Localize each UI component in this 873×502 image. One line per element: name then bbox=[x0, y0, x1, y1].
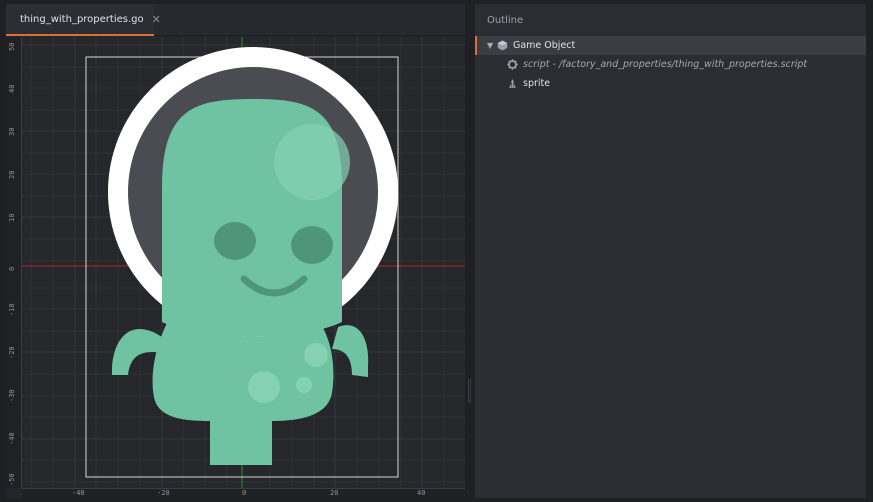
outline-title: Outline bbox=[475, 4, 866, 36]
gear-icon bbox=[507, 59, 518, 70]
tree-item-game-object[interactable]: ▼ Game Object bbox=[475, 36, 866, 55]
ruler-label: 50 bbox=[8, 42, 16, 51]
close-icon[interactable]: ✕ bbox=[152, 13, 161, 26]
ruler-label: -20 bbox=[157, 489, 170, 497]
chevron-down-icon[interactable]: ▼ bbox=[487, 41, 497, 50]
scene-viewport[interactable] bbox=[22, 37, 465, 488]
splitter-grip[interactable] bbox=[468, 379, 471, 403]
ruler-label: 40 bbox=[417, 489, 426, 497]
ruler-label: -50 bbox=[8, 473, 16, 486]
ruler-label: -40 bbox=[72, 489, 85, 497]
ruler-label: 20 bbox=[330, 489, 339, 497]
editor-tab-bar: thing_with_properties.go ✕ bbox=[6, 4, 465, 36]
tab-label: thing_with_properties.go bbox=[20, 13, 144, 25]
ruler-label: 30 bbox=[8, 127, 16, 136]
tree-item-label: sprite bbox=[523, 78, 551, 89]
ruler-label: -10 bbox=[8, 303, 16, 316]
ruler-label: 40 bbox=[8, 84, 16, 93]
alien-sprite[interactable] bbox=[108, 47, 398, 465]
tree-item-script[interactable]: script - /factory_and_properties/thing_w… bbox=[475, 55, 866, 74]
outline-tree: ▼ Game Object script - /factory_and_prop… bbox=[475, 36, 866, 93]
scene-canvas[interactable] bbox=[22, 37, 465, 488]
tree-item-sprite[interactable]: sprite bbox=[475, 74, 866, 93]
game-object-icon bbox=[497, 40, 508, 51]
pane-splitter[interactable] bbox=[465, 4, 475, 498]
outline-panel: Outline ▼ Game Object script - /factory_… bbox=[475, 4, 866, 498]
sprite-icon bbox=[509, 79, 516, 88]
ruler-label: -40 bbox=[8, 432, 16, 445]
ruler-label: 20 bbox=[8, 170, 16, 179]
ruler-label: 0 bbox=[8, 266, 16, 271]
tree-item-label: script - /factory_and_properties/thing_w… bbox=[523, 59, 808, 70]
ruler-label: 10 bbox=[8, 213, 16, 222]
tab-thing-with-properties[interactable]: thing_with_properties.go ✕ bbox=[6, 4, 161, 36]
ruler-label: -20 bbox=[8, 346, 16, 359]
scene-editor: thing_with_properties.go ✕ 50 40 30 20 1… bbox=[6, 4, 465, 498]
ruler-label: -30 bbox=[8, 389, 16, 402]
tree-item-label: Game Object bbox=[513, 40, 576, 51]
vertical-ruler: 50 40 30 20 10 0 -10 -20 -30 -40 -50 bbox=[6, 37, 22, 488]
horizontal-ruler: -40 -20 0 20 40 bbox=[22, 488, 465, 498]
ruler-label: 0 bbox=[242, 489, 247, 497]
